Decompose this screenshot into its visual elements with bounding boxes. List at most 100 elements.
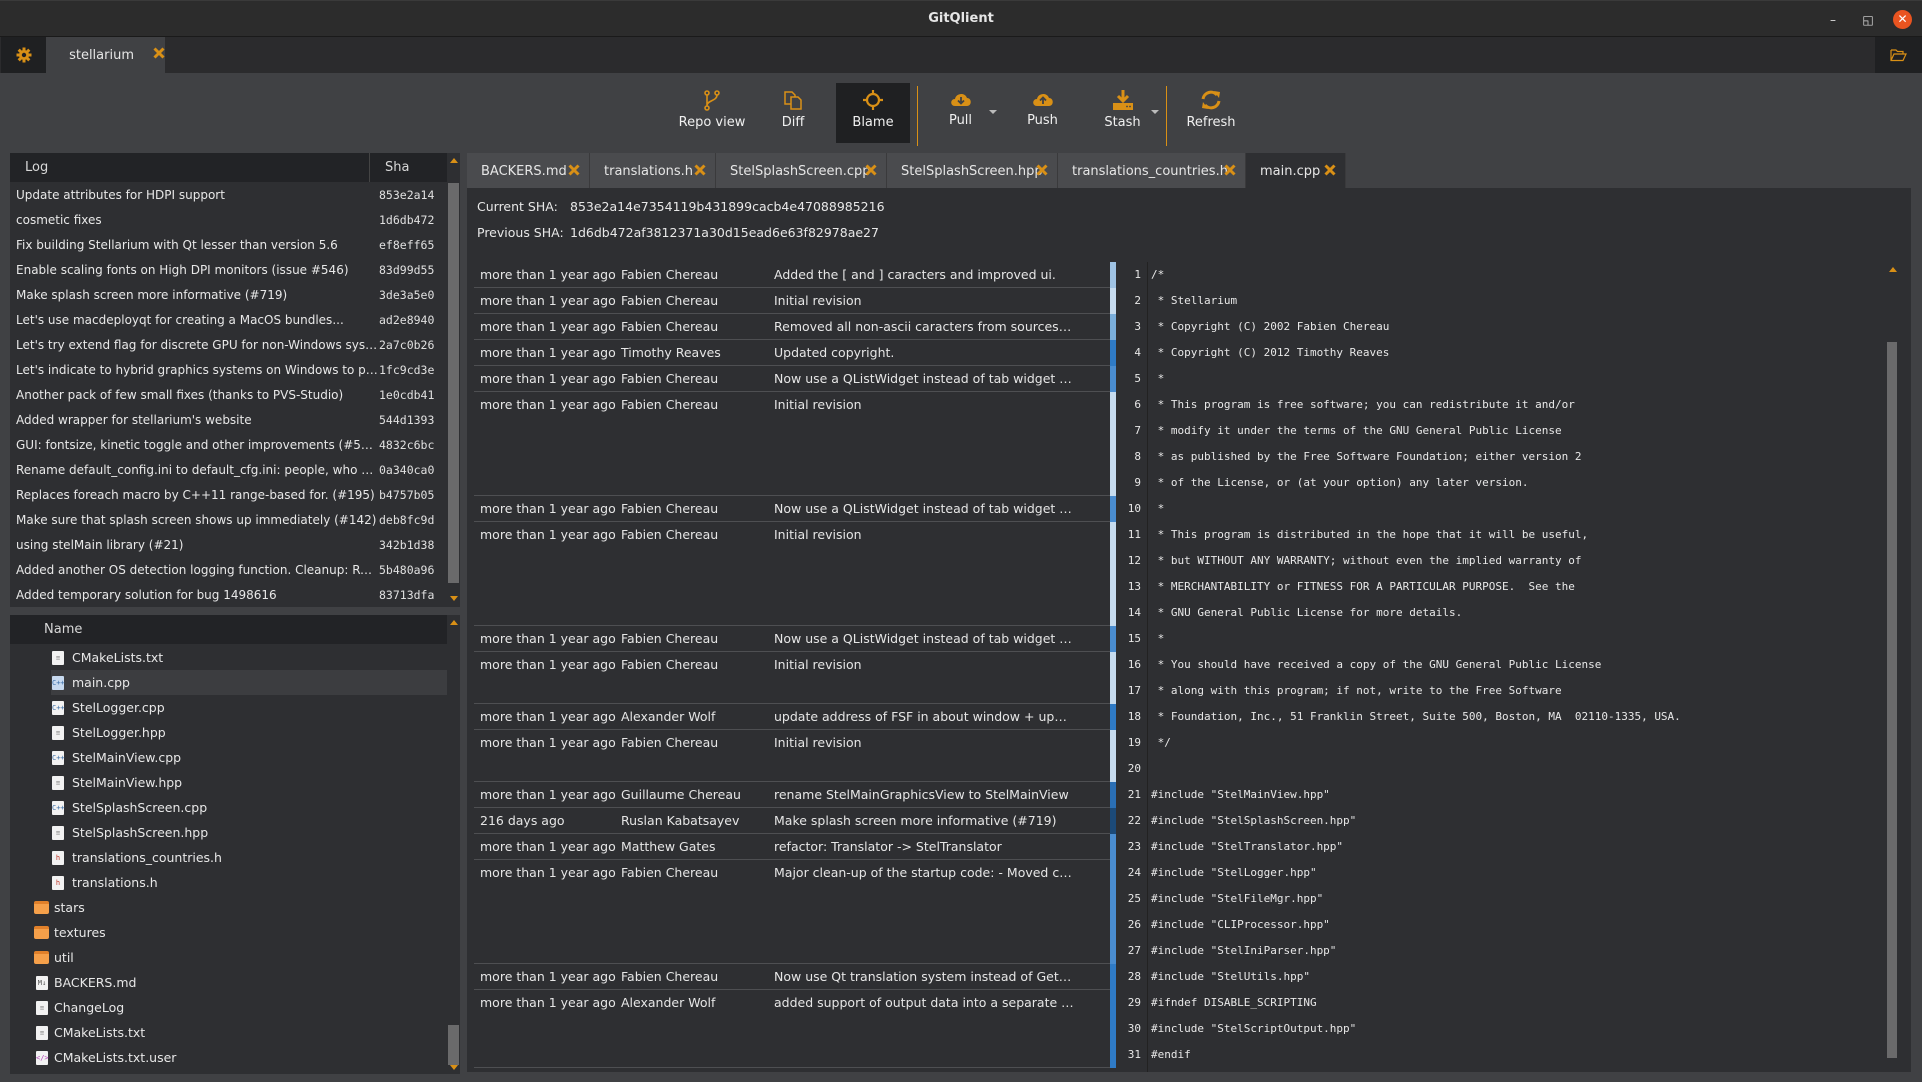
blame-row[interactable]: more than 1 year ago Fabien Chereau Now us… xyxy=(474,626,1110,652)
blame-button[interactable]: Blame xyxy=(836,83,910,143)
log-row[interactable]: Enable scaling fonts on High DPI monitor… xyxy=(10,258,447,283)
log-row[interactable]: Update attributes for HDPI support 853e2a… xyxy=(10,183,447,208)
cpp-file-icon: C++ xyxy=(52,801,65,815)
blame-row[interactable]: more than 1 year ago Alexander Wolf update… xyxy=(474,704,1110,730)
tree-item[interactable]: textures xyxy=(10,920,447,945)
close-tab-button[interactable] xyxy=(1036,161,1048,180)
file-tab[interactable]: main.cpp xyxy=(1246,153,1346,189)
file-tab[interactable]: StelSplashScreen.hpp xyxy=(887,153,1058,189)
repo-tab-stellarium[interactable]: stellarium xyxy=(46,37,165,73)
tree-item[interactable]: ≡ CMakeLists.txt xyxy=(10,645,447,670)
blame-row[interactable]: more than 1 year ago Fabien Chereau Initia… xyxy=(474,288,1110,314)
tree-item[interactable]: C++ main.cpp xyxy=(51,670,447,695)
column-divider[interactable] xyxy=(369,153,370,182)
blame-row[interactable]: more than 1 year ago Fabien Chereau Now us… xyxy=(474,366,1110,392)
scroll-thumb[interactable] xyxy=(1887,342,1897,1058)
restore-button[interactable]: ◱ xyxy=(1858,10,1878,30)
tree-item[interactable]: ≡ CMakeLists.txt xyxy=(10,1020,447,1045)
tree-item[interactable]: ≡ StelSplashScreen.hpp xyxy=(10,820,447,845)
scroll-up-arrow[interactable] xyxy=(450,158,458,163)
tree-item[interactable]: M↓ BACKERS.md xyxy=(10,970,447,995)
open-repo-button[interactable] xyxy=(1875,37,1922,73)
tree-item[interactable]: stars xyxy=(10,895,447,920)
blame-row[interactable]: more than 1 year ago Fabien Chereau Initia… xyxy=(474,522,1110,626)
scroll-up-arrow[interactable] xyxy=(450,620,458,625)
scroll-up-arrow[interactable] xyxy=(1889,267,1897,272)
name-column-header[interactable]: Name xyxy=(44,622,82,637)
blame-row[interactable]: more than 1 year ago Fabien Chereau Now us… xyxy=(474,964,1110,990)
file-tab[interactable]: translations.h xyxy=(590,153,716,189)
close-window-button[interactable]: ✕ xyxy=(1893,10,1912,29)
scroll-down-arrow[interactable] xyxy=(450,596,458,601)
log-row[interactable]: Replaces foreach macro by C++11 range-ba… xyxy=(10,483,447,508)
log-column-header[interactable]: Log xyxy=(25,160,48,175)
tree-item[interactable]: C++ StelSplashScreen.cpp xyxy=(10,795,447,820)
scroll-thumb[interactable] xyxy=(448,183,459,583)
blame-row[interactable]: more than 1 year ago Timothy Reaves Update… xyxy=(474,340,1110,366)
log-row[interactable]: Added wrapper for stellarium's website 54… xyxy=(10,408,447,433)
close-tab-button[interactable] xyxy=(1224,161,1236,180)
tree-item[interactable]: h translations.h xyxy=(10,870,447,895)
tree-scrollbar[interactable] xyxy=(447,615,460,1074)
blame-row[interactable]: more than 1 year ago Fabien Chereau Initia… xyxy=(474,392,1110,496)
blame-row[interactable]: more than 1 year ago Fabien Chereau Remove… xyxy=(474,314,1110,340)
blame-row[interactable]: more than 1 year ago Fabien Chereau Initia… xyxy=(474,652,1110,704)
repo-view-button[interactable]: Repo view xyxy=(672,83,752,143)
tree-item[interactable]: C++ StelMainView.cpp xyxy=(10,745,447,770)
scroll-down-arrow[interactable] xyxy=(450,1065,458,1070)
log-row[interactable]: Let's indicate to hybrid graphics system… xyxy=(10,358,447,383)
log-row[interactable]: Fix building Stellarium with Qt lesser t… xyxy=(10,233,447,258)
log-row[interactable]: Let's use macdeployqt for creating a Mac… xyxy=(10,308,447,333)
file-tab[interactable]: BACKERS.md xyxy=(467,153,590,189)
tree-item[interactable]: ≡ ChangeLog xyxy=(10,995,447,1020)
log-row[interactable]: cosmetic fixes 1d6db472 xyxy=(10,208,447,233)
blame-row[interactable]: more than 1 year ago Fabien Chereau Now us… xyxy=(474,496,1110,522)
horizontal-scrollbar[interactable] xyxy=(467,1072,1911,1082)
blame-row[interactable]: more than 1 year ago Alexander Wolf added … xyxy=(474,990,1110,1068)
pull-menu-arrow[interactable] xyxy=(989,110,997,114)
blame-row[interactable]: more than 1 year ago Fabien Chereau Initia… xyxy=(474,730,1110,782)
file-tab[interactable]: StelSplashScreen.cpp xyxy=(716,153,887,189)
toolbar-separator xyxy=(917,86,918,146)
tree-item[interactable]: h translations_countries.h xyxy=(10,845,447,870)
blame-row[interactable]: more than 1 year ago Fabien Chereau Added … xyxy=(474,262,1110,288)
line-number: 2 xyxy=(1134,294,1141,307)
line-number: 17 xyxy=(1127,684,1141,697)
close-tab-button[interactable] xyxy=(1324,161,1336,180)
stash-button[interactable]: Stash xyxy=(1090,83,1155,143)
blame-row[interactable]: more than 1 year ago Matthew Gates refacto… xyxy=(474,834,1110,860)
blame-row[interactable]: 216 days ago Ruslan Kabatsayev Make splash… xyxy=(474,808,1110,834)
log-row[interactable]: Make splash screen more informative (#71… xyxy=(10,283,447,308)
tree-item[interactable]: C++ StelLogger.cpp xyxy=(10,695,447,720)
diff-button[interactable]: Diff xyxy=(763,83,823,143)
blame-row[interactable]: more than 1 year ago Fabien Chereau Major … xyxy=(474,860,1110,964)
tree-item[interactable]: ≡ StelLogger.hpp xyxy=(10,720,447,745)
push-button[interactable]: Push xyxy=(1010,83,1075,143)
tree-item[interactable]: util xyxy=(10,945,447,970)
log-scrollbar[interactable] xyxy=(447,153,460,607)
log-row[interactable]: Added temporary solution for bug 1498616… xyxy=(10,583,447,608)
tree-item[interactable]: </> CMakeLists.txt.user xyxy=(10,1045,447,1070)
log-row[interactable]: Added another OS detection logging funct… xyxy=(10,558,447,583)
close-tab-button[interactable] xyxy=(865,161,877,180)
blame-row[interactable]: more than 1 year ago Guillaume Chereau ren… xyxy=(474,782,1110,808)
close-tab-button[interactable] xyxy=(153,47,165,63)
log-row[interactable]: Make sure that splash screen shows up im… xyxy=(10,508,447,533)
code-scrollbar[interactable] xyxy=(1886,262,1898,1068)
log-row[interactable]: GUI: fontsize, kinetic toggle and other … xyxy=(10,433,447,458)
log-row[interactable]: Rename default_config.ini to default_cfg… xyxy=(10,458,447,483)
tree-item[interactable]: ≡ StelMainView.hpp xyxy=(10,770,447,795)
stash-menu-arrow[interactable] xyxy=(1151,110,1159,114)
close-tab-button[interactable] xyxy=(568,161,580,180)
log-row[interactable]: Another pack of few small fixes (thanks … xyxy=(10,383,447,408)
log-row[interactable]: Let's try extend flag for discrete GPU f… xyxy=(10,333,447,358)
refresh-button[interactable]: Refresh xyxy=(1176,83,1246,143)
close-tab-button[interactable] xyxy=(694,161,706,180)
settings-button[interactable] xyxy=(1,37,46,73)
scroll-thumb[interactable] xyxy=(448,1025,459,1065)
pull-button[interactable]: Pull xyxy=(928,83,993,143)
minimize-button[interactable]: – xyxy=(1823,10,1843,30)
sha-column-header[interactable]: Sha xyxy=(385,160,409,175)
log-row[interactable]: using stelMain library (#21) 342b1d38 xyxy=(10,533,447,558)
file-tab[interactable]: translations_countries.h xyxy=(1058,153,1246,189)
